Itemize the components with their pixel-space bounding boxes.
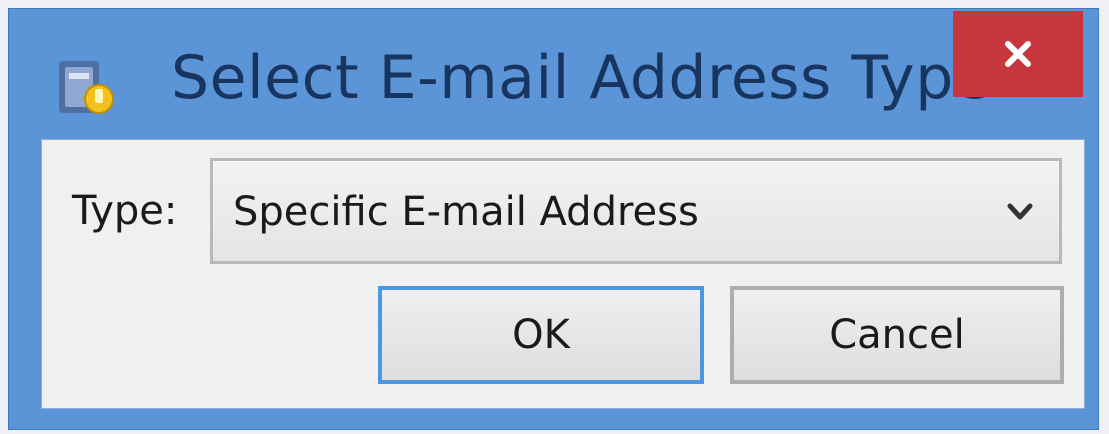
desktop-background: Select E-mail Address Type Type: Specifi… bbox=[0, 0, 1109, 434]
close-icon bbox=[1005, 41, 1031, 67]
address-book-icon bbox=[59, 61, 114, 114]
dialog-title: Select E-mail Address Type bbox=[171, 43, 992, 113]
type-label: Type: bbox=[72, 188, 178, 234]
type-dropdown[interactable]: Specific E-mail Address bbox=[210, 158, 1062, 264]
close-button[interactable] bbox=[953, 11, 1083, 97]
select-email-type-dialog: Select E-mail Address Type Type: Specifi… bbox=[8, 8, 1099, 430]
cancel-button[interactable]: Cancel bbox=[730, 286, 1064, 384]
dialog-body: Type: Specific E-mail Address OK Cancel bbox=[41, 139, 1085, 409]
chevron-down-icon bbox=[1007, 203, 1033, 220]
type-dropdown-value: Specific E-mail Address bbox=[233, 189, 699, 235]
ok-button[interactable]: OK bbox=[378, 286, 704, 384]
title-bar[interactable]: Select E-mail Address Type bbox=[9, 9, 1098, 133]
